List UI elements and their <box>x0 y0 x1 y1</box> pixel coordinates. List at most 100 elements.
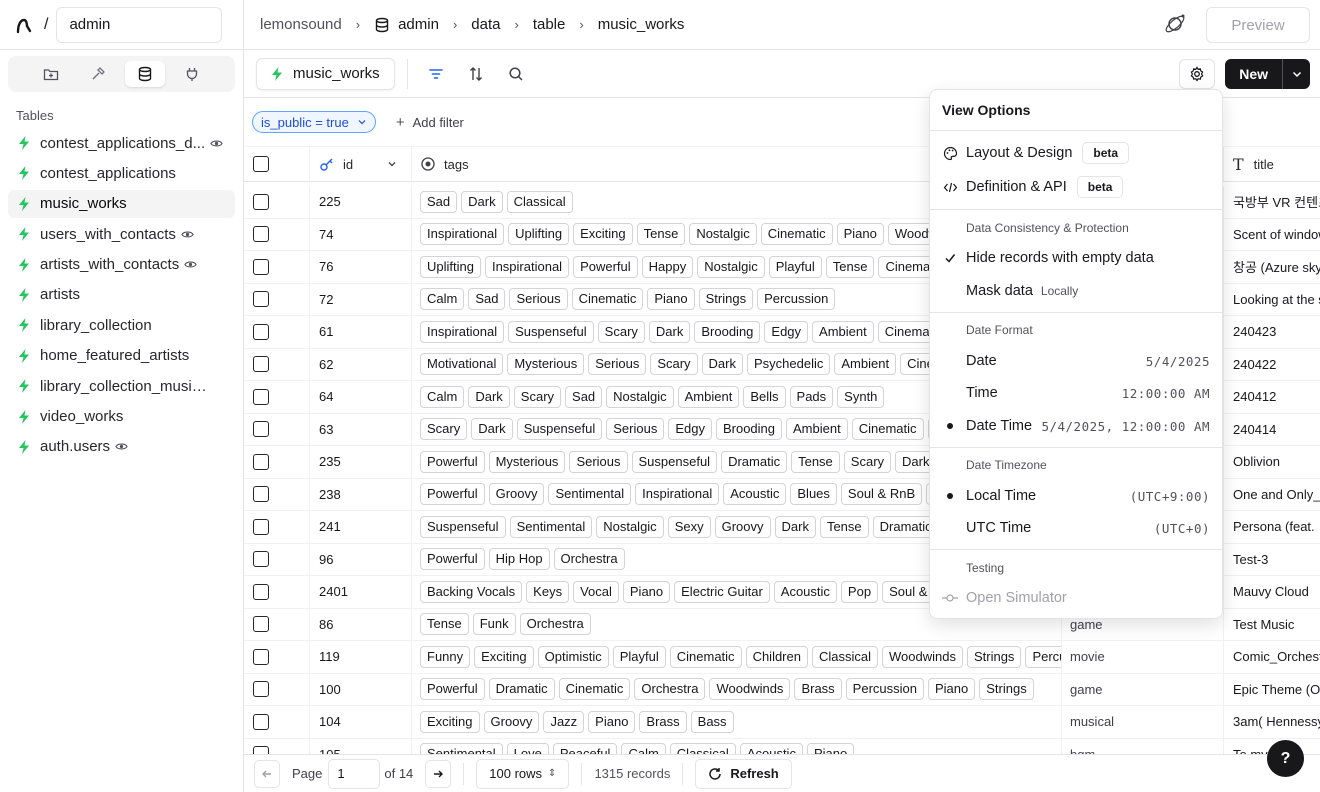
view-options-button[interactable] <box>1179 59 1216 89</box>
database-icon[interactable] <box>124 61 165 87</box>
cell-title[interactable]: 3am( Hennessy <box>1224 706 1320 738</box>
filter-icon[interactable] <box>420 58 452 90</box>
hide-empty-records-item[interactable]: Hide records with empty data <box>930 242 1222 274</box>
cell-id[interactable]: 105 <box>310 738 412 754</box>
cell-tags[interactable]: Sentimental Love Peaceful Calm Classical Acou… <box>412 738 1062 754</box>
row-checkbox[interactable] <box>253 681 269 698</box>
refresh-button[interactable]: Refresh <box>695 758 792 789</box>
logo-icon[interactable] <box>14 15 34 35</box>
row-checkbox[interactable] <box>253 453 269 470</box>
cell-title[interactable]: 240423 <box>1224 316 1320 348</box>
breadcrumb-schema[interactable]: data <box>471 16 500 33</box>
row-checkbox[interactable] <box>253 648 269 665</box>
date-format-time[interactable]: Time 12:00:00 AM <box>930 377 1222 409</box>
row-checkbox[interactable] <box>253 616 269 633</box>
mask-data-item[interactable]: Mask data Locally <box>930 275 1222 307</box>
timezone-local[interactable]: Local Time (UTC+9:00) <box>930 480 1222 512</box>
cell-title[interactable]: One and Only_D <box>1224 479 1320 511</box>
cell-title[interactable]: Looking at the s <box>1224 284 1320 316</box>
rows-per-page-select[interactable]: 100 rows ⇕ <box>476 758 570 789</box>
cell-title[interactable]: Comic_Orchestr <box>1224 641 1320 673</box>
add-filter-button[interactable]: + Add filter <box>396 114 464 131</box>
project-selector[interactable]: admin <box>56 6 223 43</box>
select-all-checkbox[interactable] <box>253 156 269 172</box>
cell-category[interactable]: musical <box>1062 706 1224 738</box>
date-format-datetime[interactable]: Date Time 5/4/2025, 12:00:00 AM <box>930 410 1222 442</box>
sort-icon[interactable] <box>460 58 492 90</box>
cell-id[interactable]: 225 <box>310 186 412 218</box>
cell-id[interactable]: 62 <box>310 348 412 380</box>
prev-page-button[interactable] <box>254 759 280 788</box>
cell-title[interactable]: 창공 (Azure sky) <box>1224 251 1320 283</box>
row-checkbox[interactable] <box>253 258 269 275</box>
table-row[interactable]: 100 Powerful Dramatic Cinematic Orchestra Woo… <box>244 673 1320 706</box>
sidebar-table-item[interactable]: video_works <box>8 403 235 431</box>
cell-category[interactable]: game <box>1062 673 1224 705</box>
breadcrumb-table[interactable]: music_works <box>598 16 685 33</box>
sidebar-table-item[interactable]: home_featured_artists <box>8 342 235 370</box>
breadcrumb-db[interactable]: admin <box>374 16 439 33</box>
sidebar-table-item[interactable]: contest_applications_d... <box>8 129 235 157</box>
cell-category[interactable]: bgm <box>1062 738 1224 754</box>
row-checkbox[interactable] <box>253 713 269 730</box>
cell-id[interactable]: 86 <box>310 608 412 640</box>
definition-api-item[interactable]: Definition & API beta <box>930 171 1222 203</box>
cell-title[interactable]: Epic Theme (Or <box>1224 674 1320 706</box>
cell-title[interactable]: Mauvy Cloud <box>1224 576 1320 608</box>
tab-music-works[interactable]: music_works <box>256 57 395 90</box>
sidebar-table-item[interactable]: artists <box>8 281 235 309</box>
row-checkbox[interactable] <box>253 323 269 340</box>
cell-id[interactable]: 235 <box>310 446 412 478</box>
help-button[interactable]: ? <box>1267 740 1304 777</box>
row-checkbox[interactable] <box>253 421 269 438</box>
cell-tags[interactable]: Exciting Groovy Jazz Piano Brass Bass <box>412 706 1062 738</box>
breadcrumb-kind[interactable]: table <box>533 16 566 33</box>
row-checkbox[interactable] <box>253 193 269 210</box>
cell-tags[interactable]: Funny Exciting Optimistic Playful Cinematic C… <box>412 641 1062 673</box>
sidebar-table-item[interactable]: contest_applications <box>8 159 235 187</box>
new-button[interactable]: New <box>1225 59 1282 89</box>
search-icon[interactable] <box>500 58 532 90</box>
table-row[interactable]: 104 Exciting Groovy Jazz Piano Brass Bass music… <box>244 706 1320 739</box>
breadcrumb-org[interactable]: lemonsound <box>260 16 342 33</box>
row-checkbox[interactable] <box>253 551 269 568</box>
cell-id[interactable]: 104 <box>310 706 412 738</box>
row-checkbox[interactable] <box>253 291 269 308</box>
column-header-id[interactable]: id <box>310 147 412 181</box>
preview-button[interactable]: Preview <box>1206 7 1310 43</box>
table-row[interactable]: 105SentimentalLovePeacefulCalmClassicalA… <box>244 738 1320 754</box>
date-format-date[interactable]: Date 5/4/2025 <box>930 345 1222 377</box>
cell-id[interactable]: 241 <box>310 511 412 543</box>
cell-id[interactable]: 119 <box>310 641 412 673</box>
cell-title[interactable]: 국방부 VR 컨텐츠 <box>1224 186 1320 218</box>
cell-id[interactable]: 76 <box>310 251 412 283</box>
cell-id[interactable]: 63 <box>310 413 412 445</box>
open-simulator-item[interactable]: Open Simulator <box>930 582 1222 614</box>
table-row[interactable]: 119 Funny Exciting Optimistic Playful Cinemat… <box>244 641 1320 674</box>
cell-id[interactable]: 72 <box>310 283 412 315</box>
row-checkbox[interactable] <box>253 583 269 600</box>
column-header-title[interactable]: T title <box>1224 147 1320 181</box>
cell-id[interactable]: 2401 <box>310 576 412 608</box>
sidebar-table-item[interactable]: library_collection_music_... <box>8 372 235 400</box>
cell-id[interactable]: 64 <box>310 381 412 413</box>
row-checkbox[interactable] <box>253 486 269 503</box>
row-checkbox[interactable] <box>253 746 269 754</box>
timezone-utc[interactable]: UTC Time (UTC+0) <box>930 512 1222 544</box>
cell-category[interactable]: movie <box>1062 641 1224 673</box>
page-input[interactable]: 1 <box>328 758 381 789</box>
folder-icon[interactable] <box>31 61 71 87</box>
cell-id[interactable]: 100 <box>310 673 412 705</box>
orbit-icon[interactable] <box>1162 11 1188 40</box>
cell-id[interactable]: 61 <box>310 316 412 348</box>
cell-title[interactable]: Persona (feat. <box>1224 511 1320 543</box>
layout-design-item[interactable]: Layout & Design beta <box>930 137 1222 169</box>
sidebar-table-item[interactable]: music_works <box>8 189 235 218</box>
cell-title[interactable]: Test-3 <box>1224 544 1320 576</box>
sidebar-table-item[interactable]: auth.users <box>8 433 235 461</box>
row-checkbox[interactable] <box>253 388 269 405</box>
cell-title[interactable]: 240414 <box>1224 414 1320 446</box>
hammer-icon[interactable] <box>78 61 118 87</box>
sidebar-table-item[interactable]: artists_with_contacts <box>8 251 235 279</box>
cell-id[interactable]: 238 <box>310 478 412 510</box>
